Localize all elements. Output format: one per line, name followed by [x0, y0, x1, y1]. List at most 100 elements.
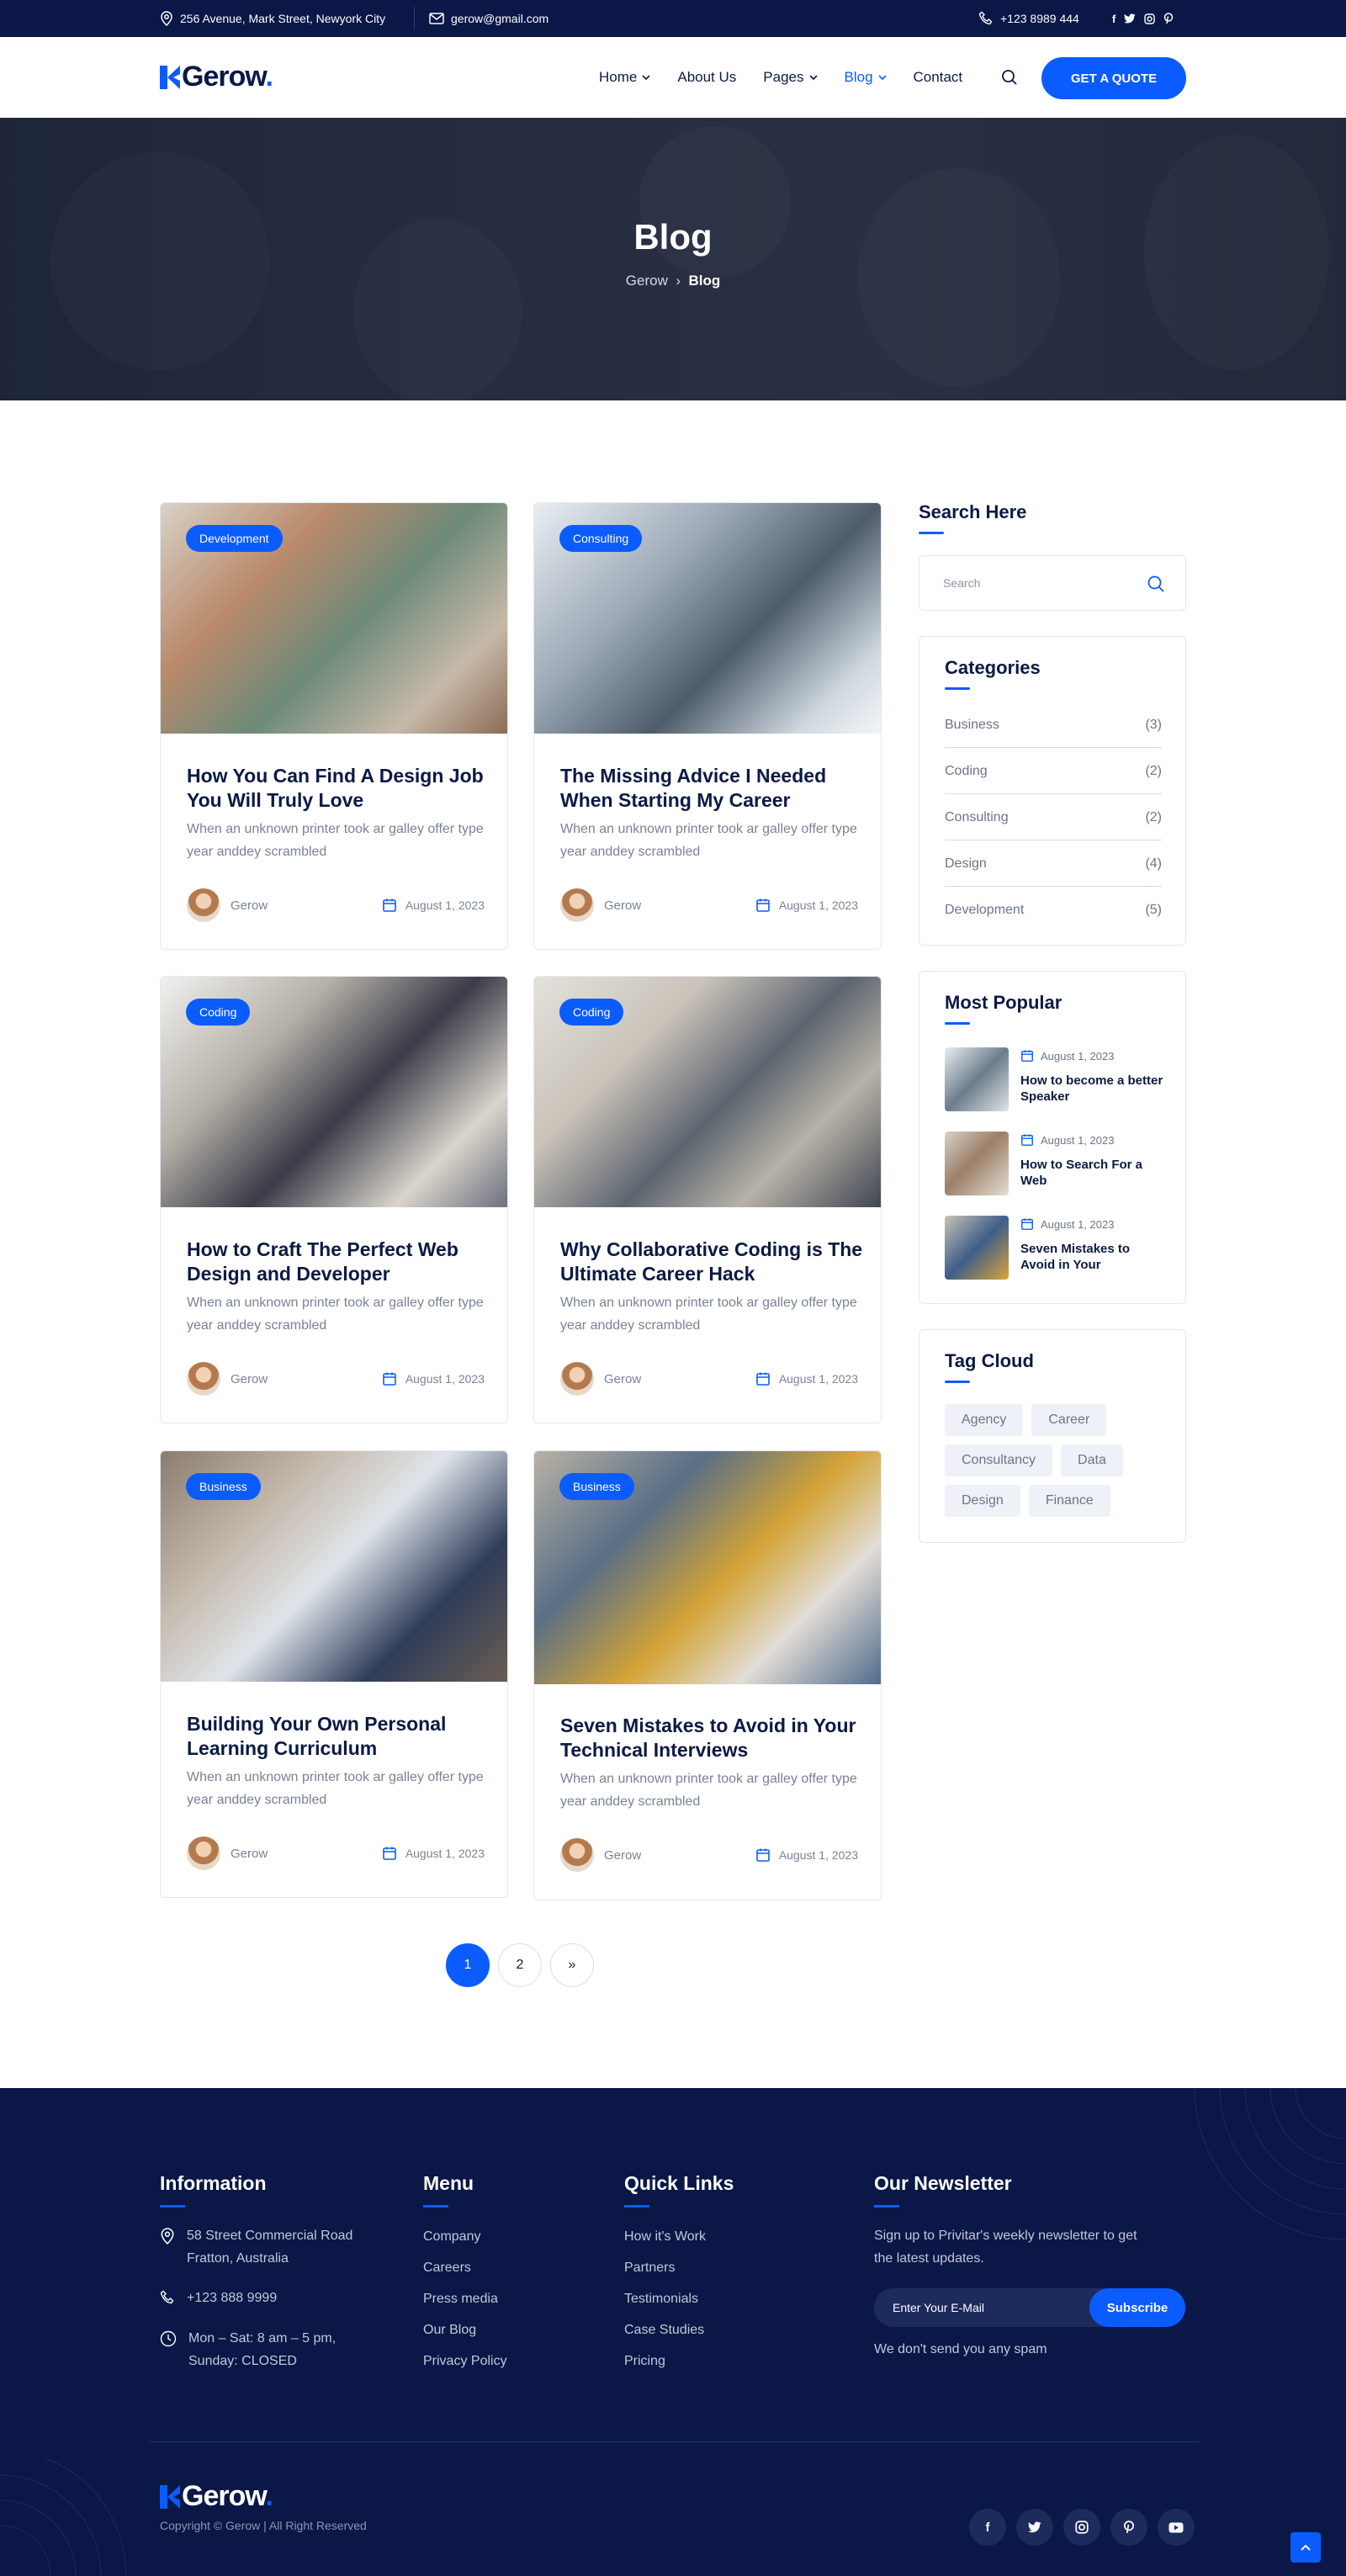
post-meta: Gerow August 1, 2023 — [187, 888, 485, 922]
post-title[interactable]: The Missing Advice I Needed When Startin… — [560, 764, 863, 813]
blog-card[interactable]: Coding Why Collaborative Coding is The U… — [533, 976, 882, 1423]
logo-text: Gerow. — [182, 61, 273, 93]
page-hero: Blog Gerow › Blog — [0, 118, 1346, 400]
category-badge[interactable]: Consulting — [559, 525, 643, 552]
nav-about[interactable]: About Us — [677, 69, 736, 86]
post-author[interactable]: Gerow — [187, 1362, 268, 1396]
footer-link[interactable]: How it's Work — [624, 2229, 706, 2245]
phone-info[interactable]: +123 8989 444 — [978, 0, 1079, 37]
post-author[interactable]: Gerow — [560, 888, 641, 922]
next-page-button[interactable]: » — [550, 1943, 594, 1987]
nav-blog[interactable]: Blog — [845, 69, 887, 86]
post-thumbnail[interactable] — [945, 1132, 1009, 1195]
post-date: August 1, 2023 — [382, 898, 485, 913]
footer-link[interactable]: Pricing — [624, 2354, 665, 2369]
tag-cloud-widget: Tag Cloud Agency Career Consultancy Data… — [919, 1329, 1186, 1543]
category-badge[interactable]: Business — [186, 1473, 261, 1500]
pinterest-icon[interactable] — [1163, 13, 1174, 24]
footer-decoration — [0, 2458, 127, 2576]
category-badge[interactable]: Coding — [186, 999, 251, 1026]
post-author[interactable]: Gerow — [187, 888, 268, 922]
tag-item[interactable]: Consultancy — [945, 1444, 1053, 1476]
search-icon[interactable] — [1001, 69, 1018, 86]
newsletter-email-input[interactable]: Enter Your E-Mail Subscribe — [874, 2288, 1185, 2327]
post-title[interactable]: Building Your Own Personal Learning Curr… — [187, 1712, 490, 1761]
youtube-icon[interactable] — [1158, 2509, 1195, 2546]
search-placeholder: Search — [943, 576, 981, 590]
logo-mark-icon — [160, 65, 180, 89]
popular-post[interactable]: August 1, 2023 Seven Mistakes to Avoid i… — [945, 1216, 1163, 1283]
post-title[interactable]: How to become a better Speaker — [1020, 1073, 1163, 1105]
site-logo[interactable]: Gerow. — [160, 61, 273, 93]
subscribe-button[interactable]: Subscribe — [1089, 2288, 1185, 2327]
post-title[interactable]: How You Can Find A Design Job You Will T… — [187, 764, 490, 813]
post-title[interactable]: How to Craft The Perfect Web Design and … — [187, 1238, 490, 1286]
category-item[interactable]: Design (4) — [945, 841, 1162, 887]
email-info[interactable]: gerow@gmail.com — [429, 0, 548, 37]
blog-card[interactable]: Development How You Can Find A Design Jo… — [160, 502, 508, 950]
tag-item[interactable]: Finance — [1028, 1485, 1110, 1517]
popular-post[interactable]: August 1, 2023 How to become a better Sp… — [945, 1047, 1163, 1115]
post-title[interactable]: Seven Mistakes to Avoid in Your — [1020, 1241, 1163, 1273]
heading-underline — [945, 1381, 970, 1383]
tag-item[interactable]: Design — [945, 1485, 1020, 1517]
tag-item[interactable]: Agency — [945, 1404, 1024, 1436]
blog-card[interactable]: Business Seven Mistakes to Avoid in Your… — [533, 1450, 882, 1900]
footer-link[interactable]: Press media — [423, 2292, 498, 2307]
category-item[interactable]: Consulting (2) — [945, 795, 1162, 840]
heading-underline — [624, 2205, 649, 2208]
search-icon[interactable] — [1147, 575, 1165, 593]
page-2-button[interactable]: 2 — [498, 1943, 542, 1987]
post-thumbnail[interactable] — [945, 1047, 1009, 1111]
page-1-button[interactable]: 1 — [446, 1943, 490, 1987]
blog-card[interactable]: Consulting The Missing Advice I Needed W… — [533, 502, 882, 950]
category-item[interactable]: Coding (2) — [945, 749, 1162, 794]
footer-link[interactable]: Company — [423, 2229, 480, 2245]
footer-phone[interactable]: +123 888 9999 — [160, 2287, 387, 2309]
post-title[interactable]: Seven Mistakes to Avoid in Your Technica… — [560, 1714, 863, 1762]
footer-link[interactable]: Privacy Policy — [423, 2354, 507, 2369]
footer-link[interactable]: Case Studies — [624, 2323, 704, 2338]
category-badge[interactable]: Business — [559, 1473, 634, 1500]
post-author[interactable]: Gerow — [560, 1362, 641, 1396]
twitter-icon[interactable] — [1016, 2509, 1053, 2546]
instagram-icon[interactable] — [1063, 2509, 1100, 2546]
category-badge[interactable]: Development — [186, 525, 283, 552]
search-input[interactable]: Search — [919, 555, 1186, 611]
footer-link[interactable]: Careers — [423, 2261, 471, 2276]
twitter-icon[interactable] — [1124, 13, 1136, 24]
post-title[interactable]: Why Collaborative Coding is The Ultimate… — [560, 1238, 863, 1286]
facebook-icon[interactable]: f — [1112, 13, 1115, 25]
footer-logo[interactable]: Gerow. — [160, 2480, 273, 2513]
footer-link[interactable]: Partners — [624, 2261, 675, 2276]
heading-underline — [160, 2205, 185, 2208]
chevron-down-icon — [877, 74, 887, 80]
nav-home[interactable]: Home — [599, 69, 650, 86]
instagram-icon[interactable] — [1144, 13, 1156, 24]
post-thumbnail[interactable] — [945, 1216, 1009, 1280]
post-title[interactable]: How to Search For a Web — [1020, 1157, 1163, 1189]
post-author[interactable]: Gerow — [560, 1838, 641, 1872]
footer-link[interactable]: Our Blog — [423, 2323, 476, 2338]
get-quote-button[interactable]: GET A QUOTE — [1041, 57, 1186, 99]
post-author[interactable]: Gerow — [187, 1837, 268, 1870]
popular-post[interactable]: August 1, 2023 How to Search For a Web — [945, 1132, 1163, 1199]
category-item[interactable]: Development (5) — [945, 888, 1162, 933]
category-item[interactable]: Business (3) — [945, 702, 1162, 748]
pinterest-icon[interactable] — [1110, 2509, 1147, 2546]
footer-quick-links: Quick Links — [624, 2172, 734, 2208]
breadcrumb-home[interactable]: Gerow — [626, 273, 668, 289]
heading-underline — [423, 2205, 448, 2208]
nav-contact[interactable]: Contact — [914, 69, 963, 86]
nav-pages[interactable]: Pages — [763, 69, 818, 86]
facebook-icon[interactable]: f — [969, 2509, 1006, 2546]
tag-item[interactable]: Career — [1031, 1404, 1107, 1436]
footer-link[interactable]: Testimonials — [624, 2292, 698, 2307]
blog-card[interactable]: Business Building Your Own Personal Lear… — [160, 1450, 508, 1898]
tag-list: Agency Career Consultancy Data Design Fi… — [945, 1404, 1172, 1517]
post-excerpt: When an unknown printer took ar galley o… — [187, 822, 484, 859]
category-badge[interactable]: Coding — [559, 999, 624, 1026]
blog-card[interactable]: Coding How to Craft The Perfect Web Desi… — [160, 976, 508, 1423]
back-to-top-button[interactable] — [1290, 2532, 1321, 2563]
tag-item[interactable]: Data — [1061, 1444, 1123, 1476]
